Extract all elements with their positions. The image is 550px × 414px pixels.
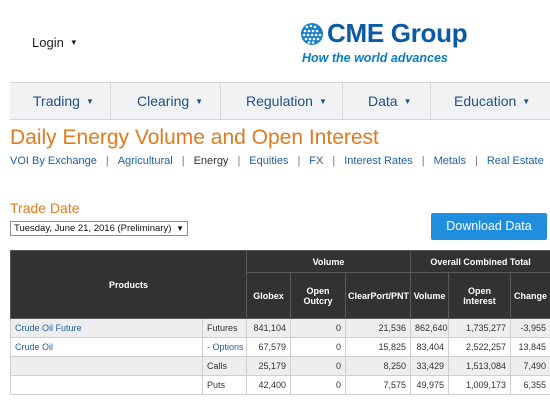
column-header-open-outcry: Open Outcry: [290, 272, 347, 319]
product-type: Futures: [201, 318, 248, 338]
column-header-globex: Globex: [246, 272, 292, 319]
page-title: Daily Energy Volume and Open Interest: [10, 126, 379, 149]
table-row: Puts 42,400 0 7,575 49,975 1,009,173 6,3…: [10, 375, 550, 395]
table-row: Crude Oil Future Futures 841,104 0 21,53…: [10, 318, 550, 338]
change-value: -3,955: [510, 318, 550, 338]
overall-total-group-header: Overall Combined Total: [410, 250, 550, 273]
subnav-item-agricultural[interactable]: Agricultural: [118, 155, 173, 167]
subnav-item-voi-by-exchange[interactable]: VOI By Exchange: [10, 155, 97, 167]
nav-divider: [430, 83, 431, 119]
subnav-separator: |: [297, 155, 301, 167]
change-value: 13,845: [510, 337, 550, 357]
logo-text: CME Group: [327, 18, 468, 48]
nav-item-label[interactable]: Clearing: [137, 93, 189, 109]
volume-value: 49,975: [410, 375, 450, 395]
clearport-value: 21,536: [345, 318, 412, 338]
nav-item-label[interactable]: Data: [368, 93, 398, 109]
products-header: Products: [9, 250, 248, 319]
open-outcry-value: 0: [290, 337, 347, 357]
table-row: Calls 25,179 0 8,250 33,429 1,513,084 7,…: [10, 356, 550, 376]
cme-group-logo[interactable]: CME Group How the world advances: [300, 18, 468, 65]
open-interest-value: 1,009,173: [448, 375, 512, 395]
column-header-clearport: ClearPort/PNT: [345, 272, 412, 319]
clearport-value: 8,250: [345, 356, 412, 376]
volume-value: 33,429: [410, 356, 450, 376]
product-subnav: VOI By Exchange | Agricultural | Energy | Equi…: [10, 155, 550, 167]
subnav-separator: |: [421, 155, 425, 167]
download-data-button[interactable]: Download Data: [431, 213, 547, 240]
subnav-separator: |: [237, 155, 241, 167]
product-type-link[interactable]: - Options: [201, 337, 248, 357]
site-header: Login ▼ CME Group How the world advances: [0, 0, 550, 80]
product-type: Calls: [201, 356, 248, 376]
change-value: 7,490: [510, 356, 550, 376]
clearport-value: 15,825: [345, 337, 412, 357]
trade-date-label: Trade Date: [10, 200, 80, 216]
product-type: Puts: [201, 375, 248, 395]
nav-item-label[interactable]: Education: [454, 93, 516, 109]
open-outcry-value: 0: [290, 375, 347, 395]
chevron-down-icon: ▼: [85, 97, 94, 106]
subnav-item-equities[interactable]: Equities: [249, 155, 288, 167]
nav-item-data[interactable]: Data ▼: [368, 83, 412, 119]
open-outcry-value: 0: [290, 318, 347, 338]
product-link[interactable]: Crude Oil: [10, 337, 203, 357]
globex-value: 67,579: [246, 337, 292, 357]
clearport-value: 7,575: [345, 375, 412, 395]
column-header-open-interest: Open Interest: [448, 272, 512, 319]
volume-value: 83,404: [410, 337, 450, 357]
cme-globe-icon: [301, 22, 323, 45]
chevron-down-icon: ▼: [522, 97, 531, 106]
login-menu[interactable]: Login ▼: [32, 35, 78, 50]
main-nav: Trading ▼ Clearing ▼ Regulation ▼ Data ▼ Edu…: [10, 82, 550, 120]
change-value: 6,355: [510, 375, 550, 395]
volume-value: 862,640: [410, 318, 450, 338]
login-label[interactable]: Login: [32, 35, 64, 50]
subnav-separator: |: [181, 155, 185, 167]
subnav-item-interest-rates[interactable]: Interest Rates: [344, 155, 412, 167]
table-row: Crude Oil - Options 67,579 0 15,825 83,4…: [10, 337, 550, 357]
subnav-separator: |: [474, 155, 478, 167]
open-outcry-value: 0: [290, 356, 347, 376]
subnav-item-energy: Energy: [193, 155, 229, 167]
open-interest-value: 1,513,084: [448, 356, 512, 376]
globex-value: 841,104: [246, 318, 292, 338]
subnav-item-real-estate[interactable]: Real Estate: [487, 155, 544, 167]
globex-value: 42,400: [246, 375, 292, 395]
subnav-separator: |: [332, 155, 336, 167]
nav-divider: [110, 83, 111, 119]
nav-item-label[interactable]: Trading: [33, 93, 80, 109]
volume-group-header: Volume: [246, 250, 412, 273]
subnav-separator: |: [105, 155, 109, 167]
chevron-down-icon: ▼: [69, 38, 78, 47]
column-header-volume: Volume: [410, 272, 450, 319]
nav-divider: [220, 83, 221, 119]
trade-date-select[interactable]: Tuesday, June 21, 2016 (Preliminary) ▼: [10, 221, 188, 236]
dropdown-arrow-icon: ▼: [176, 224, 184, 233]
nav-item-clearing[interactable]: Clearing ▼: [137, 83, 203, 119]
nav-item-label[interactable]: Regulation: [246, 93, 313, 109]
logo-tagline: How the world advances: [302, 51, 448, 65]
volume-oi-table: Products Volume Overall Combined Total G…: [9, 250, 550, 395]
chevron-down-icon: ▼: [318, 97, 327, 106]
product-cell: [10, 375, 203, 395]
open-interest-value: 1,735,277: [448, 318, 512, 338]
subnav-item-metals[interactable]: Metals: [434, 155, 466, 167]
nav-item-education[interactable]: Education ▼: [454, 83, 530, 119]
chevron-down-icon: ▼: [403, 97, 412, 106]
nav-item-trading[interactable]: Trading ▼: [33, 83, 94, 119]
trade-date-value: Tuesday, June 21, 2016 (Preliminary): [14, 223, 172, 234]
table-header-row: Products Volume Overall Combined Total: [9, 250, 550, 319]
product-link[interactable]: Crude Oil Future: [10, 318, 203, 338]
globex-value: 25,179: [246, 356, 292, 376]
nav-item-regulation[interactable]: Regulation ▼: [246, 83, 327, 119]
nav-divider: [342, 83, 343, 119]
column-header-change: Change: [510, 272, 550, 319]
subnav-item-fx[interactable]: FX: [309, 155, 323, 167]
chevron-down-icon: ▼: [195, 97, 204, 106]
open-interest-value: 2,522,257: [448, 337, 512, 357]
product-cell: [10, 356, 203, 376]
